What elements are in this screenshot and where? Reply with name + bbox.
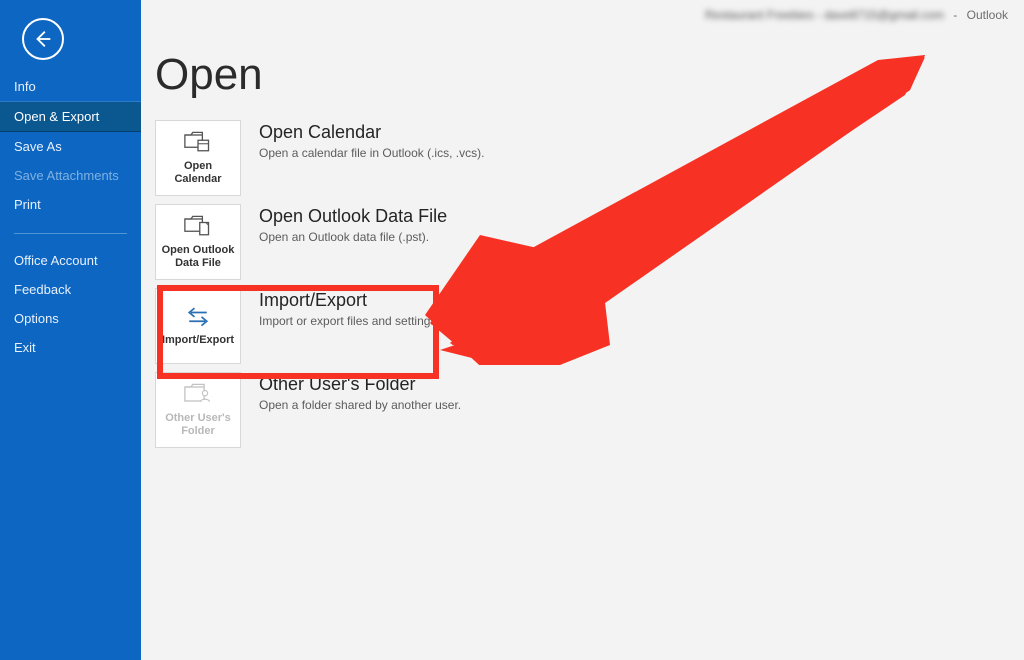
tile-open-outlook-data-file[interactable]: Open Outlook Data File bbox=[155, 204, 241, 280]
tile-open-calendar[interactable]: Open Calendar bbox=[155, 120, 241, 196]
sidebar-item-info[interactable]: Info bbox=[0, 72, 141, 101]
sidebar-item-label: Exit bbox=[14, 340, 36, 355]
import-export-icon bbox=[184, 304, 212, 328]
sidebar-item-save-attachments: Save Attachments bbox=[0, 161, 141, 190]
option-open-outlook-data-file: Open Outlook Data File Open Outlook Data… bbox=[155, 204, 1014, 280]
sidebar-item-label: Info bbox=[14, 79, 36, 94]
sidebar-item-label: Feedback bbox=[14, 282, 71, 297]
app-name: Outlook bbox=[967, 8, 1008, 22]
tile-label: Import/Export bbox=[158, 334, 238, 347]
option-title: Open Outlook Data File bbox=[259, 206, 447, 227]
option-description: Open a folder shared by another user. bbox=[259, 398, 461, 412]
sidebar-nav-primary: Info Open & Export Save As Save Attachme… bbox=[0, 72, 141, 219]
option-text: Open Outlook Data File Open an Outlook d… bbox=[259, 204, 447, 244]
sidebar-item-label: Save As bbox=[14, 139, 62, 154]
page-title: Open bbox=[155, 50, 1014, 100]
sidebar-item-open-export[interactable]: Open & Export bbox=[0, 101, 141, 132]
sidebar-item-print[interactable]: Print bbox=[0, 190, 141, 219]
option-description: Import or export files and settings. bbox=[259, 314, 440, 328]
calendar-folder-icon bbox=[184, 130, 212, 154]
tile-label: Open Calendar bbox=[156, 160, 240, 186]
main-panel: Open Open Calendar Open Calendar Open a … bbox=[155, 50, 1014, 456]
sidebar-item-label: Print bbox=[14, 197, 41, 212]
data-file-folder-icon bbox=[184, 214, 212, 238]
backstage-sidebar: Info Open & Export Save As Save Attachme… bbox=[0, 0, 141, 660]
sidebar-item-feedback[interactable]: Feedback bbox=[0, 275, 141, 304]
sidebar-item-exit[interactable]: Exit bbox=[0, 333, 141, 362]
tile-other-users-folder: Other User's Folder bbox=[155, 372, 241, 448]
sidebar-item-label: Open & Export bbox=[14, 109, 99, 124]
option-title: Import/Export bbox=[259, 290, 440, 311]
arrow-left-icon bbox=[32, 28, 54, 50]
tile-import-export[interactable]: Import/Export bbox=[155, 288, 241, 364]
sidebar-item-options[interactable]: Options bbox=[0, 304, 141, 333]
titlebar-account: Restaurant Freebies - dave8715@gmail.com… bbox=[705, 8, 1008, 22]
option-title: Other User's Folder bbox=[259, 374, 461, 395]
titlebar-separator: - bbox=[953, 8, 957, 22]
sidebar-item-office-account[interactable]: Office Account bbox=[0, 246, 141, 275]
option-import-export: Import/Export Import/Export Import or ex… bbox=[155, 288, 1014, 364]
option-other-users-folder: Other User's Folder Other User's Folder … bbox=[155, 372, 1014, 448]
sidebar-nav-secondary: Office Account Feedback Options Exit bbox=[0, 246, 141, 362]
sidebar-separator bbox=[14, 233, 127, 234]
option-text: Open Calendar Open a calendar file in Ou… bbox=[259, 120, 484, 160]
back-button[interactable] bbox=[22, 18, 64, 60]
option-title: Open Calendar bbox=[259, 122, 484, 143]
account-name-blurred: Restaurant Freebies - dave8715@gmail.com bbox=[705, 8, 944, 22]
option-text: Other User's Folder Open a folder shared… bbox=[259, 372, 461, 412]
option-description: Open an Outlook data file (.pst). bbox=[259, 230, 447, 244]
shared-folder-icon bbox=[184, 382, 212, 406]
sidebar-item-label: Options bbox=[14, 311, 59, 326]
option-open-calendar: Open Calendar Open Calendar Open a calen… bbox=[155, 120, 1014, 196]
sidebar-item-label: Office Account bbox=[14, 253, 98, 268]
tile-label: Other User's Folder bbox=[156, 412, 240, 438]
sidebar-item-save-as[interactable]: Save As bbox=[0, 132, 141, 161]
option-text: Import/Export Import or export files and… bbox=[259, 288, 440, 328]
tile-label: Open Outlook Data File bbox=[156, 244, 240, 270]
option-description: Open a calendar file in Outlook (.ics, .… bbox=[259, 146, 484, 160]
sidebar-item-label: Save Attachments bbox=[14, 168, 119, 183]
